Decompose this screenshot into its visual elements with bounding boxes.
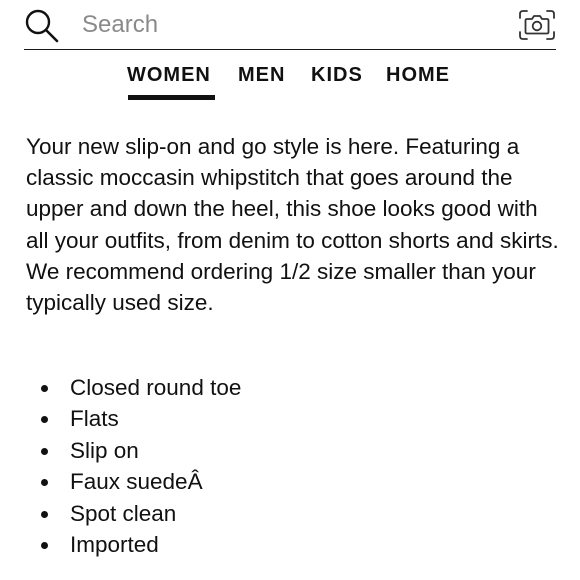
tab-home[interactable]: HOME bbox=[386, 64, 450, 87]
search-bar[interactable] bbox=[24, 4, 556, 50]
feature-list: Closed round toe Flats Slip on Faux sued… bbox=[26, 372, 241, 560]
feature-label: Flats bbox=[70, 406, 119, 432]
bullet-icon bbox=[41, 541, 48, 549]
feature-item: Slip on bbox=[26, 435, 241, 466]
feature-label: Slip on bbox=[70, 437, 139, 463]
feature-label: Faux suedeÂ bbox=[70, 469, 203, 495]
tab-women[interactable]: WOMEN bbox=[127, 64, 211, 87]
feature-item: Faux suedeÂ bbox=[26, 466, 241, 497]
product-description: Your new slip-on and go style is here. F… bbox=[26, 134, 559, 316]
feature-label: Imported bbox=[70, 531, 159, 557]
bullet-icon bbox=[41, 510, 48, 518]
feature-item: Closed round toe bbox=[26, 372, 241, 403]
search-icon[interactable] bbox=[24, 8, 60, 44]
feature-item: Imported bbox=[26, 529, 241, 560]
feature-label: Closed round toe bbox=[70, 375, 242, 400]
feature-item: Flats bbox=[26, 403, 241, 434]
bullet-icon bbox=[41, 416, 48, 424]
tab-kids[interactable]: KIDS bbox=[311, 64, 363, 87]
feature-item: Spot clean bbox=[26, 498, 241, 529]
camera-icon[interactable] bbox=[518, 8, 556, 42]
tab-men[interactable]: MEN bbox=[238, 64, 285, 87]
feature-label: Spot clean bbox=[70, 500, 177, 526]
bullet-icon bbox=[41, 447, 48, 455]
bullet-icon bbox=[41, 385, 48, 392]
bullet-icon bbox=[41, 479, 48, 487]
category-nav: WOMEN MEN KIDS HOME bbox=[0, 60, 580, 106]
active-tab-indicator bbox=[128, 95, 215, 100]
search-input[interactable] bbox=[82, 6, 482, 44]
